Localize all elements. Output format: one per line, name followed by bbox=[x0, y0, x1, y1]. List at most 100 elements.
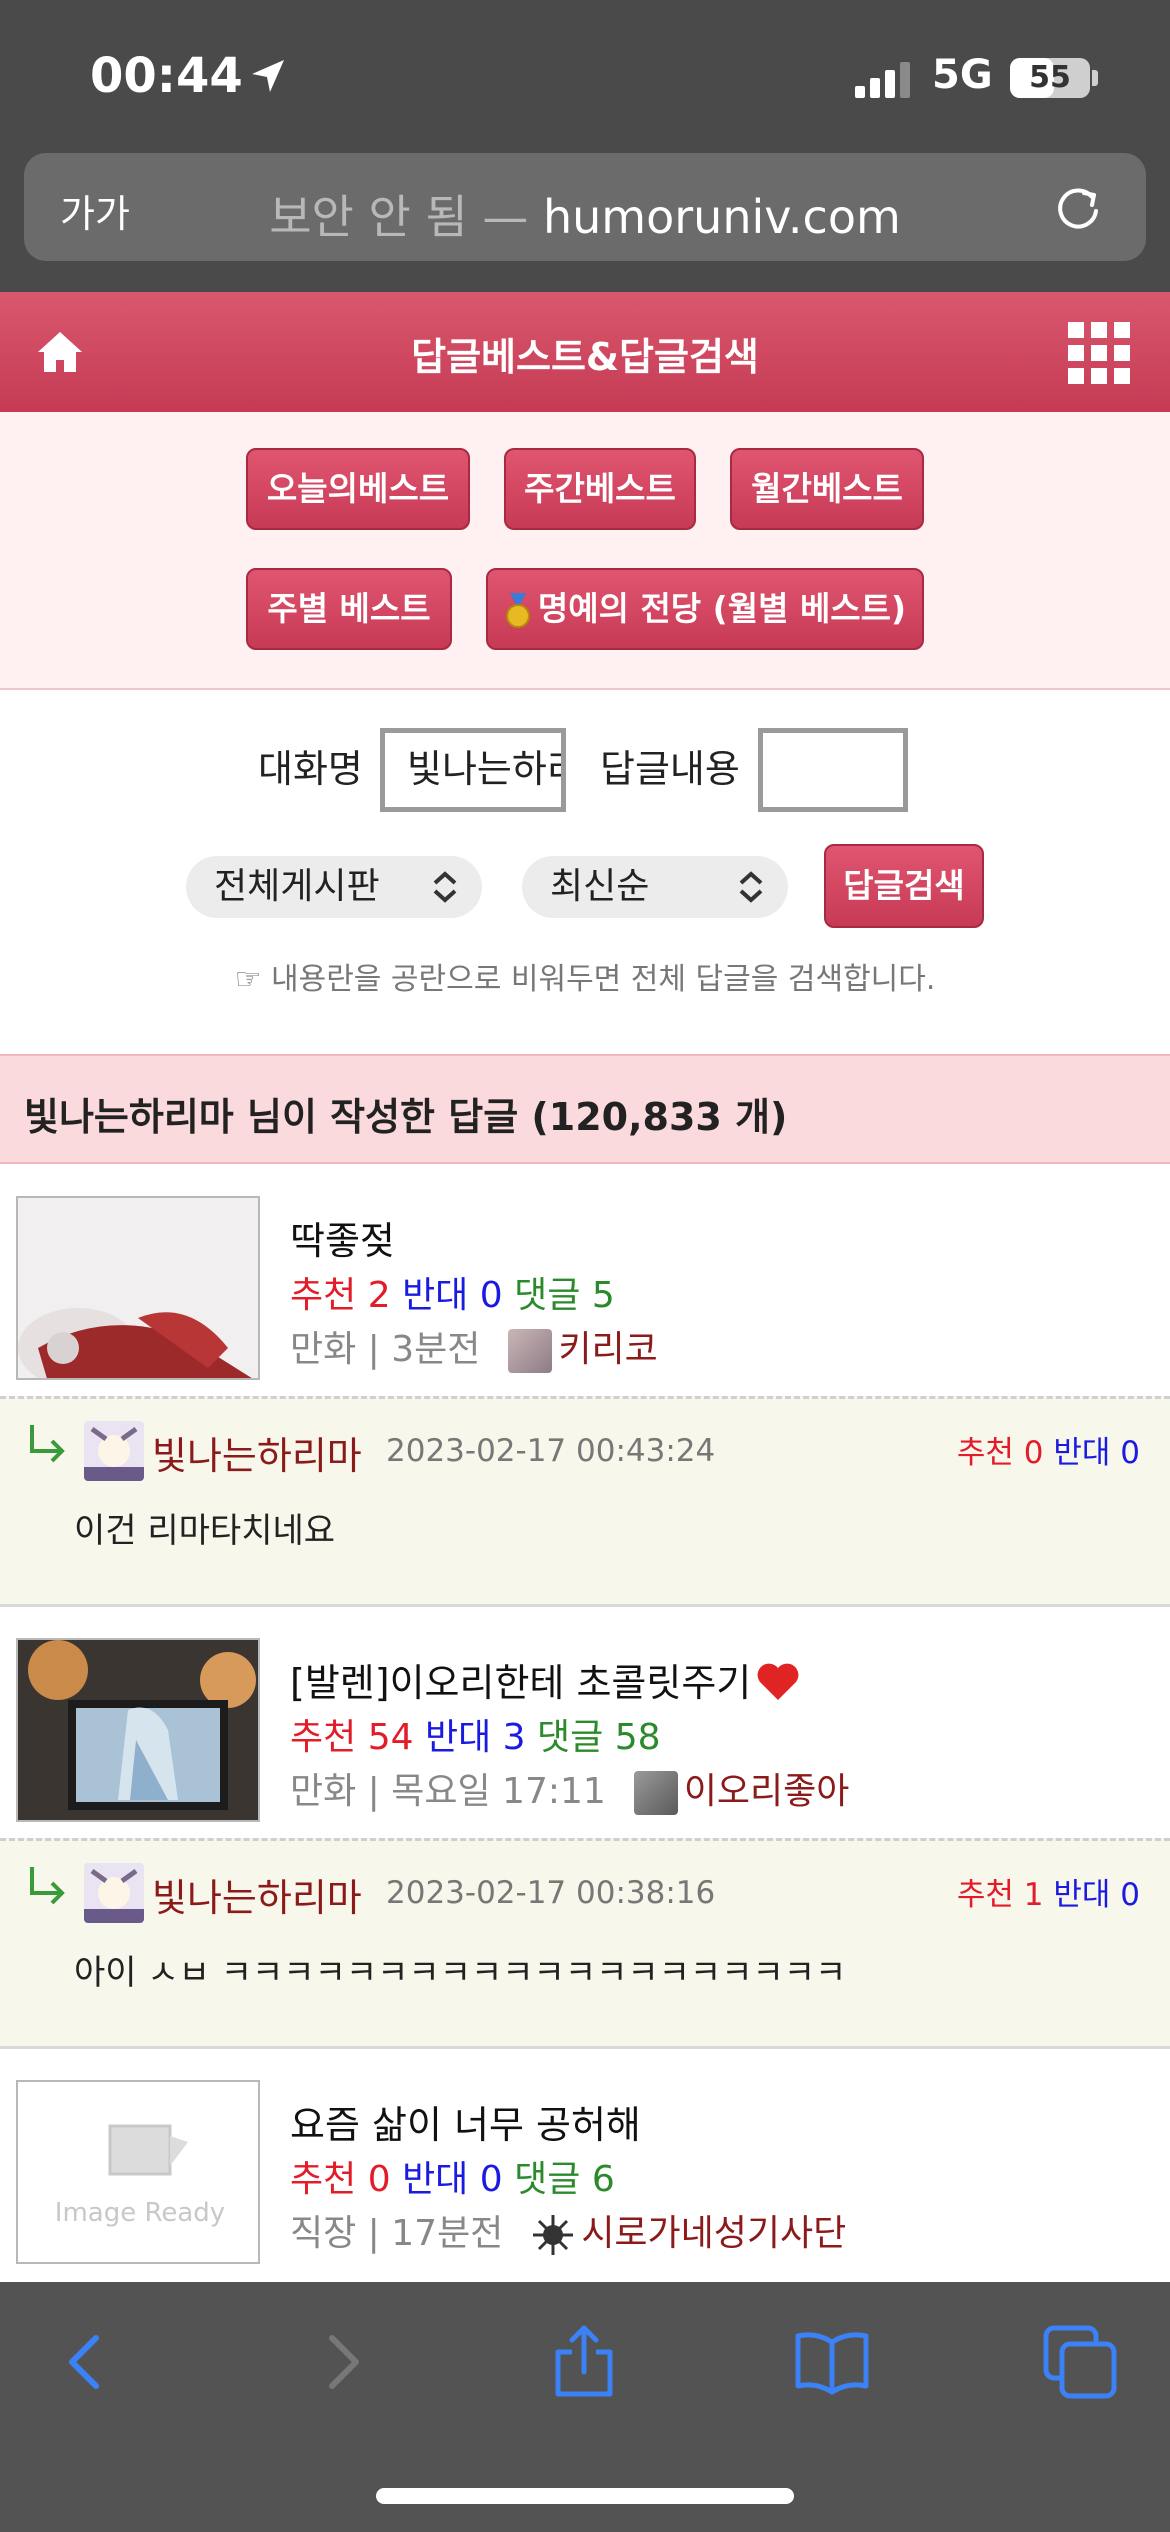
thumbnail-placeholder-text: Image Ready bbox=[54, 2198, 226, 2228]
reply-author[interactable]: 빛나는하리마 bbox=[152, 1425, 362, 1480]
recommend-count: 0 bbox=[1023, 1435, 1044, 1471]
list-item[interactable]: [발렌]이오리한테 초콜릿주기 추천 54 반대 3 댓글 58 만화 | 목요… bbox=[0, 1608, 1170, 1840]
url-text[interactable]: 보안 안 됨 — humoruniv.com bbox=[24, 181, 1146, 247]
post-category-time: 만화 | 목요일 17:11 bbox=[290, 1771, 606, 1812]
divider bbox=[0, 2046, 1170, 2049]
battery-percent: 55 bbox=[1029, 60, 1071, 95]
share-icon[interactable] bbox=[544, 2322, 624, 2402]
weekly-best-button[interactable]: 주간베스트 bbox=[504, 448, 696, 530]
reply-text: 이건 리마타치네요 bbox=[74, 1511, 336, 1551]
post-stats: 추천 2 반대 0 댓글 5 bbox=[290, 1266, 615, 1318]
recommend-label: 추천 bbox=[956, 1877, 1014, 1913]
recommend-count: 1 bbox=[1023, 1877, 1044, 1913]
thumbnail-image bbox=[18, 1640, 258, 1820]
oppose-count: 0 bbox=[479, 1275, 503, 1316]
post-thumbnail[interactable] bbox=[16, 1196, 260, 1380]
comments-label: 댓글 bbox=[514, 2159, 581, 2200]
browser-toolbar bbox=[0, 2282, 1170, 2532]
post-title[interactable]: [발렌]이오리한테 초콜릿주기 bbox=[290, 1652, 801, 1707]
recommend-count: 54 bbox=[367, 1717, 414, 1758]
post-author[interactable]: 키리코 bbox=[558, 1329, 657, 1370]
comments-count: 5 bbox=[591, 1275, 615, 1316]
hall-of-fame-button[interactable]: 명예의 전당 (월별 베스트) bbox=[486, 568, 924, 650]
replier-avatar bbox=[84, 1421, 144, 1481]
chevron-left-icon[interactable] bbox=[48, 2322, 128, 2402]
divider bbox=[0, 1604, 1170, 1607]
location-arrow-icon bbox=[252, 60, 284, 92]
recommend-label: 추천 bbox=[290, 1275, 357, 1316]
reply-author[interactable]: 빛나는하리마 bbox=[152, 1867, 362, 1922]
search-form: 대화명 빛나는하리마 답글내용 전체게시판 최신순 답글검색 ☞ 내용란을 공란… bbox=[0, 692, 1170, 1052]
results-banner: 빛나는하리마 님이 작성한 답글 (120,833 개) bbox=[0, 1054, 1170, 1164]
oppose-label: 반대 bbox=[402, 2159, 469, 2200]
cellular-signal-icon bbox=[855, 62, 910, 98]
chevron-right-icon[interactable] bbox=[300, 2322, 380, 2402]
site-header: 답글베스트&답글검색 bbox=[0, 292, 1170, 412]
post-author[interactable]: 시로가네성기사단 bbox=[581, 2213, 846, 2254]
comments-label: 댓글 bbox=[537, 1717, 604, 1758]
recommend-count: 0 bbox=[367, 2159, 391, 2200]
post-category-time: 직장 | 17분전 bbox=[290, 2213, 504, 2254]
best-buttons-area: 오늘의베스트 주간베스트 월간베스트 주별 베스트 명예의 전당 (월별 베스트… bbox=[0, 412, 1170, 690]
nickname-input[interactable]: 빛나는하리마 bbox=[380, 728, 566, 812]
reply-item: 빛나는하리마 2023-02-17 00:43:24 추천 0 반대 0 이건 … bbox=[0, 1396, 1170, 1606]
reply-item: 빛나는하리마 2023-02-17 00:38:16 추천 1 반대 0 아이 … bbox=[0, 1838, 1170, 2048]
content-input[interactable] bbox=[758, 728, 908, 812]
comments-label: 댓글 bbox=[514, 1275, 581, 1316]
status-bar: 00:44 5G 55 bbox=[0, 0, 1170, 150]
comments-count: 58 bbox=[614, 1717, 661, 1758]
oppose-label: 반대 bbox=[1053, 1877, 1111, 1913]
grid-menu-icon[interactable] bbox=[1068, 322, 1130, 384]
order-select[interactable]: 최신순 bbox=[522, 856, 788, 918]
oppose-count: 3 bbox=[502, 1717, 526, 1758]
today-best-button[interactable]: 오늘의베스트 bbox=[246, 448, 470, 530]
search-hint: ☞ 내용란을 공란으로 비워두면 전체 답글을 검색합니다. bbox=[234, 962, 936, 997]
post-title[interactable]: 딱좋젖 bbox=[290, 1210, 395, 1265]
select-updown-icon bbox=[433, 871, 457, 903]
thumbnail-image bbox=[18, 1198, 258, 1378]
reply-date: 2023-02-17 00:38:16 bbox=[386, 1875, 716, 1911]
nickname-label: 대화명 bbox=[258, 747, 363, 791]
reply-date: 2023-02-17 00:43:24 bbox=[386, 1433, 716, 1469]
monthly-best-button[interactable]: 월간베스트 bbox=[730, 448, 924, 530]
replier-avatar bbox=[84, 1863, 144, 1923]
author-avatar bbox=[633, 1771, 678, 1815]
post-author[interactable]: 이오리좋아 bbox=[684, 1771, 850, 1812]
list-item[interactable]: 딱좋젖 추천 2 반대 0 댓글 5 만화 | 3분전 키리코 bbox=[0, 1166, 1170, 1398]
post-thumbnail[interactable]: Image Ready bbox=[16, 2080, 260, 2264]
oppose-count: 0 bbox=[479, 2159, 503, 2200]
url-host: humoruniv.com bbox=[543, 190, 901, 244]
network-type: 5G bbox=[932, 52, 993, 98]
reply-stats: 추천 1 반대 0 bbox=[957, 1869, 1140, 1914]
author-emblem-icon bbox=[533, 2215, 574, 2255]
content-label: 답글내용 bbox=[600, 747, 740, 791]
post-title[interactable]: 요즘 삶이 너무 공허해 bbox=[290, 2094, 641, 2149]
address-bar[interactable]: 가가 보안 안 됨 — humoruniv.com bbox=[24, 153, 1146, 261]
oppose-count: 0 bbox=[1120, 1435, 1140, 1471]
post-meta: 직장 | 17분전 시로가네성기사단 bbox=[290, 2204, 846, 2257]
battery-icon: 55 bbox=[1010, 58, 1090, 98]
order-select-value: 최신순 bbox=[550, 866, 650, 907]
recommend-label: 추천 bbox=[956, 1435, 1014, 1471]
select-updown-icon bbox=[739, 871, 763, 903]
medal-icon bbox=[505, 592, 530, 628]
recommend-label: 추천 bbox=[290, 2159, 357, 2200]
search-button[interactable]: 답글검색 bbox=[824, 844, 984, 928]
book-icon[interactable] bbox=[792, 2322, 872, 2402]
oppose-label: 반대 bbox=[1053, 1435, 1111, 1471]
oppose-count: 0 bbox=[1120, 1877, 1140, 1913]
post-stats: 추천 0 반대 0 댓글 6 bbox=[290, 2150, 615, 2202]
post-thumbnail[interactable] bbox=[16, 1638, 260, 1822]
post-category-time: 만화 | 3분전 bbox=[290, 1329, 481, 1370]
reply-arrow-icon bbox=[30, 1867, 65, 1905]
reload-icon[interactable] bbox=[1052, 183, 1104, 235]
tabs-icon[interactable] bbox=[1040, 2322, 1120, 2402]
board-select[interactable]: 전체게시판 bbox=[186, 856, 482, 918]
reply-stats: 추천 0 반대 0 bbox=[957, 1427, 1140, 1472]
image-ready-placeholder-icon bbox=[18, 2082, 258, 2262]
post-stats: 추천 54 반대 3 댓글 58 bbox=[290, 1708, 661, 1760]
list-item[interactable]: Image Ready 요즘 삶이 너무 공허해 추천 0 반대 0 댓글 6 … bbox=[0, 2050, 1170, 2282]
author-avatar bbox=[508, 1329, 553, 1373]
oppose-label: 반대 bbox=[424, 1717, 492, 1758]
by-week-best-button[interactable]: 주별 베스트 bbox=[246, 568, 452, 650]
